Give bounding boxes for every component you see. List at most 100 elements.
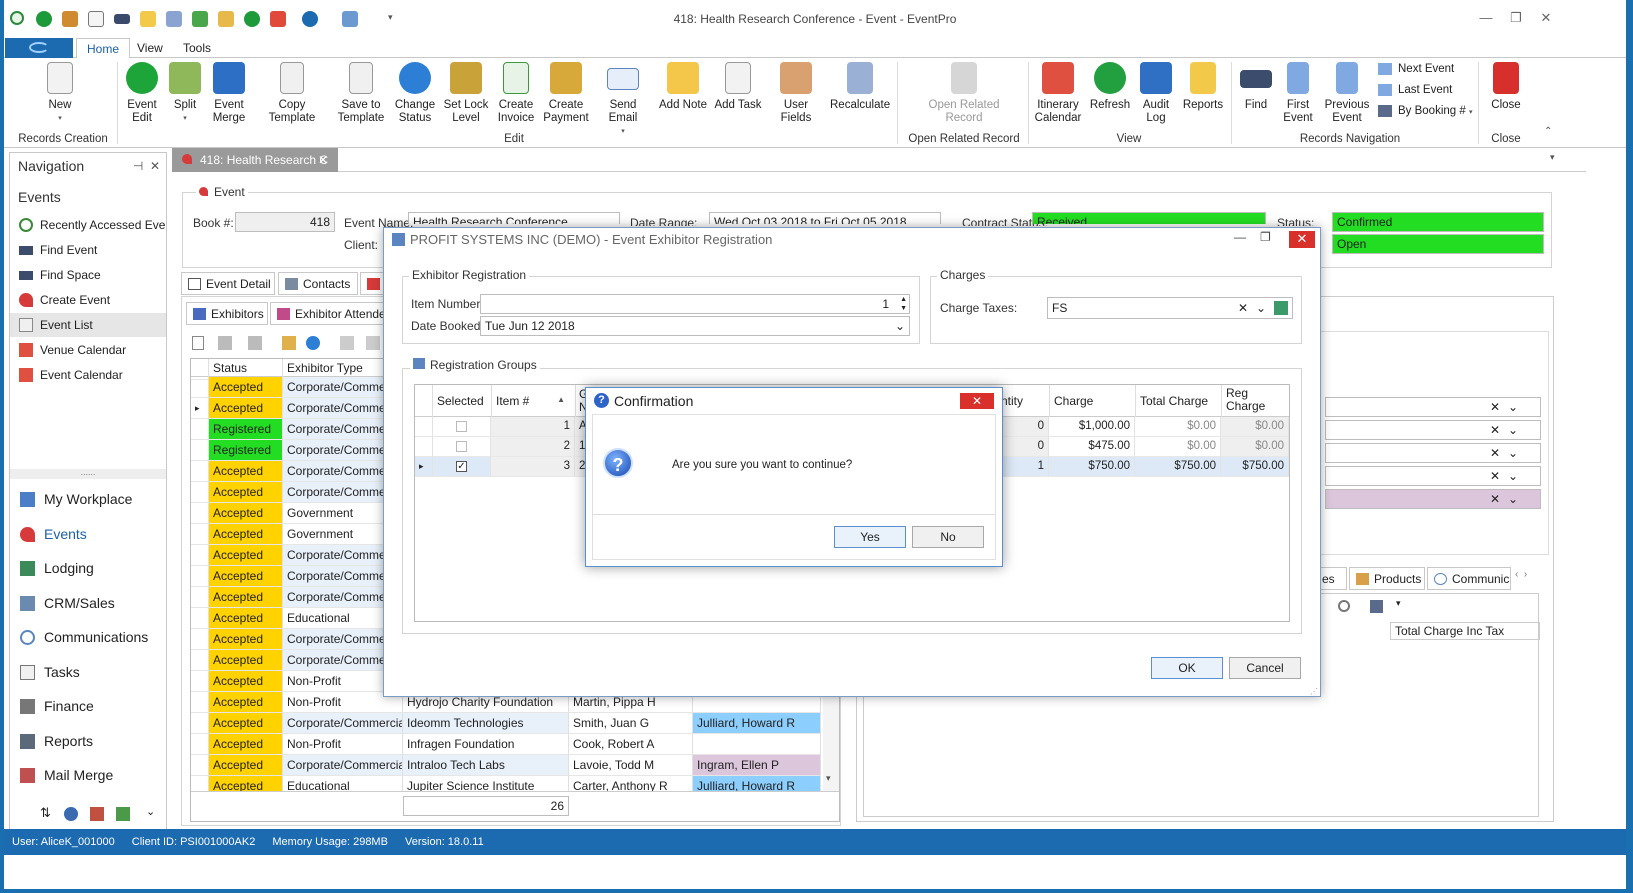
row-indicator[interactable] [191,692,209,713]
copy-row-icon[interactable] [218,336,232,350]
dropdown-icon[interactable]: ⌄ [1256,298,1266,318]
reg-cell-selected[interactable] [433,437,491,457]
clear-icon[interactable]: ✕ [1490,490,1500,508]
tab-home[interactable]: Home [76,38,131,59]
reg-cell-selected[interactable] [433,417,491,437]
charge-taxes-field[interactable]: FS ✕ ⌄ [1047,297,1293,319]
duplicate-icon[interactable] [366,336,380,350]
selected-checkbox[interactable]: ✓ [456,461,467,472]
table-row[interactable]: Accepted Corporate/Commercial Intraloo Tec… [191,755,839,776]
row-indicator[interactable] [191,629,209,650]
event-merge-button[interactable]: Event Merge [209,62,249,125]
clear-icon[interactable]: ✕ [1490,467,1500,485]
clear-icon[interactable]: ✕ [1490,398,1500,416]
next-event-button[interactable]: Next Event [1378,60,1454,78]
nav-item-find-space[interactable]: Find Space [10,263,166,287]
itinerary-calendar-button[interactable]: Itinerary Calendar [1032,62,1084,125]
new-row-icon[interactable] [192,336,204,350]
save-to-template-button[interactable]: Save to Template [336,62,386,125]
info-icon[interactable] [306,336,320,350]
line-chart-icon[interactable] [116,807,130,821]
event-name-field[interactable]: Health Research Conference [408,212,620,224]
reg-cell-item[interactable]: 2 [491,437,575,457]
row-indicator[interactable] [191,734,209,755]
save-icon[interactable] [1370,600,1383,613]
spinner-icon[interactable]: ▲ ▼ [900,295,907,313]
cell-status[interactable]: Accepted [209,713,283,734]
reg-header-total-charge[interactable]: Total Charge [1135,385,1221,417]
reg-row-indicator[interactable] [415,437,433,457]
dialog-maximize-button[interactable]: ❐ [1260,230,1271,244]
right-field-4[interactable]: ✕ ⌄ [1325,466,1541,486]
reg-row-indicator[interactable] [415,417,433,437]
date-booked-field[interactable]: Tue Jun 12 2018 ⌄ [480,316,910,336]
close-tab-icon[interactable]: ✕ [318,148,328,172]
cell-representative[interactable] [693,734,821,755]
row-indicator[interactable] [191,482,209,503]
reg-header-reg-charge[interactable]: Reg Charge [1221,385,1289,417]
row-indicator[interactable] [191,671,209,692]
contract-status-field[interactable]: Received [1032,212,1266,224]
reg-header-charge[interactable]: Charge [1049,385,1135,417]
row-indicator[interactable] [191,713,209,734]
reg-cell-reg-charge[interactable]: $750.00 [1221,457,1289,477]
tab-event-detail[interactable]: Event Detail [181,272,275,295]
tab-communications[interactable]: Communicati [1427,567,1511,590]
cell-status[interactable]: Accepted [209,671,283,692]
item-number-field[interactable]: 1 ▲ ▼ [480,294,910,314]
cell-status[interactable]: Accepted [209,629,283,650]
dropdown-icon[interactable]: ⌄ [1508,398,1518,416]
edit-row-icon[interactable] [282,336,296,350]
nav-splitter[interactable]: ...... [10,468,166,479]
dropdown-icon[interactable]: ⌄ [1508,490,1518,508]
nav-item-create-event[interactable]: Create Event [10,288,166,312]
table-row[interactable]: Accepted Corporate/Commercial Ideomm Techn… [191,713,839,734]
cell-status[interactable]: Accepted [209,524,283,545]
recalculate-button[interactable]: Recalculate [830,62,890,112]
open-related-record-button[interactable]: Open Related Record [924,62,1004,125]
cell-status[interactable]: Registered [209,419,283,440]
bar-chart-icon[interactable] [90,807,104,821]
tab-tools[interactable]: Tools [173,38,221,59]
find-button[interactable]: Find [1236,62,1276,112]
cell-status[interactable]: Accepted [209,587,283,608]
close-record-button[interactable]: Close [1486,62,1526,112]
reg-cell-quantity[interactable]: 1 [999,457,1049,477]
split-button[interactable]: Split ▾ [167,62,203,125]
copy-template-button[interactable]: Copy Template [254,62,330,125]
right-field-2[interactable]: ✕ ⌄ [1325,420,1541,440]
reg-header-quantity[interactable]: ntity [999,385,1049,417]
search-icon[interactable] [1338,600,1350,612]
cell-status[interactable]: Accepted [209,692,283,713]
tab-exhibitors[interactable]: Exhibitors [186,302,268,325]
row-indicator[interactable] [191,650,209,671]
book-number-field[interactable]: 418 [235,212,335,232]
reg-cell-reg-charge[interactable]: $0.00 [1221,437,1289,457]
nav-module-tasks[interactable]: Tasks [10,657,166,687]
tab-products[interactable]: Products [1349,567,1425,590]
lookup-icon[interactable] [1274,301,1288,315]
cell-contact[interactable]: Smith, Juan G [569,713,693,734]
row-indicator[interactable]: ▸ [191,398,209,419]
application-menu-button[interactable] [5,38,73,58]
send-email-button[interactable]: Send Email ▾ [595,62,651,138]
reg-header-selected[interactable]: Selected [433,394,491,408]
reg-cell-total-charge[interactable]: $0.00 [1135,417,1221,437]
reg-cell-quantity[interactable]: 0 [999,437,1049,457]
reg-cell-charge[interactable]: $475.00 [1049,437,1135,457]
nav-module-communications[interactable]: Communications [10,622,166,652]
right-field-3[interactable]: ✕ ⌄ [1325,443,1541,463]
nav-module-events[interactable]: Events [10,519,166,549]
reg-cell-reg-charge[interactable]: $0.00 [1221,417,1289,437]
cell-contact[interactable]: Cook, Robert A [569,734,693,755]
dialog-close-button[interactable]: ✕ [1289,231,1315,248]
reg-row-indicator[interactable]: ▸ [415,457,433,477]
row-indicator[interactable] [191,545,209,566]
add-task-button[interactable]: Add Task [714,62,762,112]
ok-button[interactable]: OK [1151,657,1223,679]
cell-exhibitor-type[interactable]: Corporate/Commercial [283,713,403,734]
nav-module-lodging[interactable]: Lodging [10,553,166,583]
dropdown-icon[interactable]: ⌄ [1508,444,1518,462]
save-dropdown-icon[interactable]: ▾ [1396,598,1401,609]
cell-status[interactable]: Accepted [209,650,283,671]
